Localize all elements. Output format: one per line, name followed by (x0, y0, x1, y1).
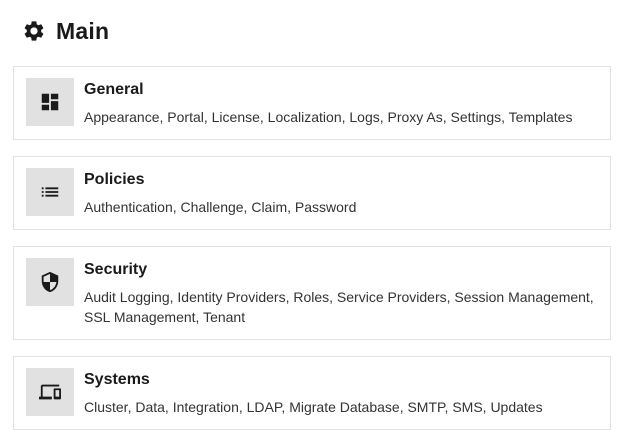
card-title-security[interactable]: Security (84, 260, 596, 280)
devices-icon (39, 384, 61, 400)
card-text: Security Audit Logging, Identity Provide… (84, 260, 596, 327)
card-security[interactable]: Security Audit Logging, Identity Provide… (13, 246, 611, 340)
card-description-security: Audit Logging, Identity Providers, Roles… (84, 289, 594, 325)
gear-icon (22, 19, 46, 43)
card-title-policies[interactable]: Policies (84, 170, 596, 190)
card-description-policies: Authentication, Challenge, Claim, Passwo… (84, 199, 357, 215)
card-policies[interactable]: Policies Authentication, Challenge, Clai… (13, 156, 611, 230)
card-text: Systems Cluster, Data, Integration, LDAP… (84, 370, 596, 417)
page-header: Main (22, 16, 109, 46)
card-general[interactable]: General Appearance, Portal, License, Loc… (13, 66, 611, 140)
card-text: Policies Authentication, Challenge, Clai… (84, 170, 596, 217)
card-systems[interactable]: Systems Cluster, Data, Integration, LDAP… (13, 356, 611, 430)
card-icon-box (26, 78, 74, 126)
card-description-systems: Cluster, Data, Integration, LDAP, Migrat… (84, 399, 543, 415)
list-icon (41, 187, 59, 197)
dashboard-icon (41, 93, 59, 111)
page-title: Main (56, 17, 110, 44)
card-text: General Appearance, Portal, License, Loc… (84, 80, 596, 127)
card-icon-box (26, 258, 74, 306)
card-icon-box (26, 368, 74, 416)
card-icon-box (26, 168, 74, 216)
card-title-systems[interactable]: Systems (84, 370, 596, 390)
main-settings-page: Main General Appearance, Portal, License… (0, 0, 617, 437)
shield-icon (41, 271, 59, 293)
card-title-general[interactable]: General (84, 80, 596, 100)
card-description-general: Appearance, Portal, License, Localizatio… (84, 109, 573, 125)
